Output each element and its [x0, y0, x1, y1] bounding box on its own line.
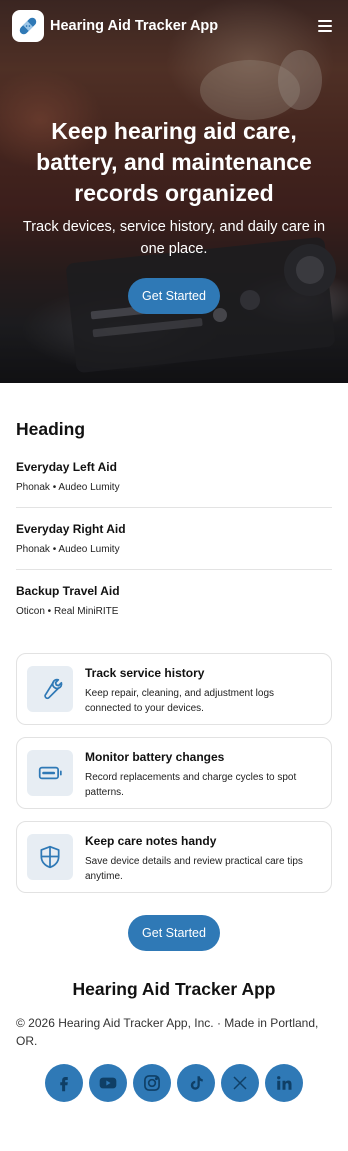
wrench-icon: [27, 666, 73, 712]
bandage-icon[interactable]: [12, 10, 44, 42]
feature-title: Track service history: [85, 666, 205, 680]
cta-section: Get Started: [16, 915, 332, 951]
hero-title: Keep hearing aid care, battery, and main…: [36, 118, 312, 206]
shield-icon: [27, 834, 73, 880]
device-name: Everyday Right Aid: [16, 522, 126, 536]
top-navbar: Hearing Aid Tracker App: [0, 0, 348, 52]
social-links: [16, 1064, 332, 1102]
footer-copyright: © 2026 Hearing Aid Tracker App, Inc. · M…: [16, 1016, 319, 1048]
list-item[interactable]: Everyday Right Aid Phonak • Audeo Lumity: [16, 508, 332, 570]
app-title[interactable]: Hearing Aid Tracker App: [50, 18, 218, 34]
feature-card-service-history: Track service history Keep repair, clean…: [16, 653, 332, 725]
tiktok-icon[interactable]: [177, 1064, 215, 1102]
device-name: Backup Travel Aid: [16, 584, 120, 598]
feature-text: Save device details and review practical…: [85, 856, 303, 882]
feature-card-battery: Monitor battery changes Record replaceme…: [16, 737, 332, 809]
device-model: Phonak • Audeo Lumity: [16, 544, 120, 555]
instagram-icon[interactable]: [133, 1064, 171, 1102]
hero-get-started-button[interactable]: Get Started: [128, 278, 220, 314]
hero-content: Keep hearing aid care, battery, and main…: [0, 116, 348, 314]
youtube-icon[interactable]: [89, 1064, 127, 1102]
footer: Hearing Aid Tracker App © 2026 Hearing A…: [0, 979, 348, 1142]
hero-subtitle: Track devices, service history, and dail…: [22, 219, 326, 257]
devices-section: Heading Everyday Left Aid Phonak • Audeo…: [0, 419, 348, 951]
device-model: Phonak • Audeo Lumity: [16, 482, 120, 493]
linkedin-icon[interactable]: [265, 1064, 303, 1102]
get-started-button[interactable]: Get Started: [128, 915, 220, 951]
battery-icon: [27, 750, 73, 796]
list-item[interactable]: Everyday Left Aid Phonak • Audeo Lumity: [16, 454, 332, 508]
device-list: Everyday Left Aid Phonak • Audeo Lumity …: [16, 454, 332, 631]
feature-title: Keep care notes handy: [85, 834, 217, 848]
feature-title: Monitor battery changes: [85, 750, 225, 764]
hamburger-menu-icon[interactable]: [314, 15, 336, 37]
feature-text: Record replacements and charge cycles to…: [85, 772, 297, 798]
facebook-icon[interactable]: [45, 1064, 83, 1102]
devices-heading: Heading: [16, 419, 86, 439]
footer-title: Hearing Aid Tracker App: [72, 979, 276, 999]
hero-section: Hearing Aid Tracker App Keep hearing aid…: [0, 0, 348, 383]
feature-text: Keep repair, cleaning, and adjustment lo…: [85, 688, 275, 714]
list-item[interactable]: Backup Travel Aid Oticon • Real MiniRITE: [16, 570, 332, 631]
features-list: Track service history Keep repair, clean…: [16, 653, 332, 893]
device-name: Everyday Left Aid: [16, 460, 117, 474]
feature-card-care-notes: Keep care notes handy Save device detail…: [16, 821, 332, 893]
device-model: Oticon • Real MiniRITE: [16, 606, 119, 617]
x-icon[interactable]: [221, 1064, 259, 1102]
